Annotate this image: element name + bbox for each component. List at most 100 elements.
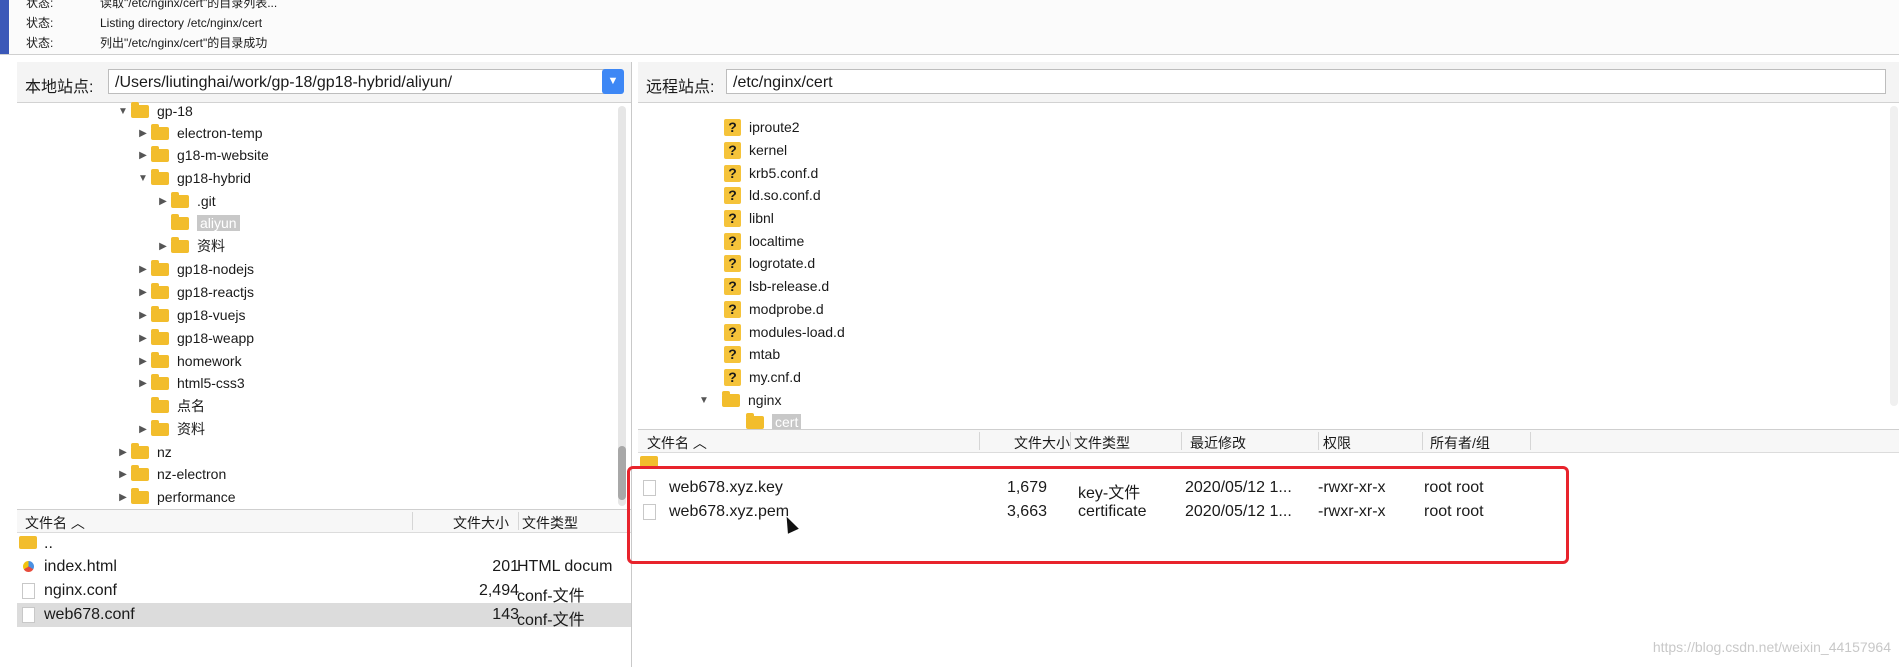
file-row[interactable]: index.html 201 HTML docum (17, 555, 631, 579)
status-message: Listing directory /etc/nginx/cert (100, 16, 263, 30)
scrollbar-thumb[interactable] (618, 446, 626, 500)
tree-item[interactable]: ▶ gp18-weapp (135, 327, 254, 349)
expanded-arrow-icon[interactable]: ▼ (696, 395, 712, 406)
column-divider[interactable] (1181, 432, 1182, 450)
tree-item[interactable]: ? libnl (724, 207, 774, 229)
column-modified-header[interactable]: 最近修改 (1190, 433, 1246, 453)
remote-tree-scrollbar[interactable] (1890, 106, 1898, 406)
sort-up-icon[interactable]: ︿ (693, 435, 707, 451)
tree-item[interactable]: ▶ gp18-nodejs (135, 258, 254, 280)
file-permissions: -rwxr-xr-x (1318, 479, 1386, 496)
collapsed-arrow-icon[interactable]: ▶ (135, 287, 151, 298)
collapsed-arrow-icon[interactable]: ▶ (135, 424, 151, 435)
tree-item[interactable]: 点名 (151, 395, 205, 417)
folder-icon (131, 487, 149, 504)
folder-icon (171, 236, 189, 253)
unknown-file-icon: ? (724, 345, 741, 363)
tree-item[interactable]: ▼ gp18-hybrid (135, 167, 251, 189)
collapsed-arrow-icon[interactable]: ▶ (155, 241, 171, 252)
column-size-header[interactable]: 文件大小 (453, 513, 509, 533)
unknown-file-icon: ? (724, 186, 741, 204)
unknown-file-icon: ? (724, 209, 741, 227)
local-tree-scrollbar[interactable] (618, 106, 626, 506)
tree-item[interactable]: ? localtime (724, 230, 804, 252)
column-divider[interactable] (1422, 432, 1423, 450)
column-perms-header[interactable]: 权限 (1323, 433, 1351, 453)
remote-path-input[interactable]: /etc/nginx/cert (726, 69, 1886, 94)
collapsed-arrow-icon[interactable]: ▶ (135, 128, 151, 139)
column-divider[interactable] (1530, 432, 1531, 450)
file-name: web678.xyz.pem (669, 503, 790, 520)
tree-item[interactable]: ▶ g18-m-website (135, 144, 269, 166)
tree-item-selected[interactable]: cert (746, 411, 802, 429)
file-row-parent[interactable]: .. (638, 452, 1899, 476)
tree-item[interactable]: ? krb5.conf.d (724, 162, 818, 184)
expanded-arrow-icon[interactable]: ▼ (135, 173, 151, 184)
tree-item[interactable]: ? my.cnf.d (724, 366, 801, 388)
column-type-header[interactable]: 文件类型 (1074, 433, 1130, 453)
tree-item[interactable]: ▶ homework (135, 350, 242, 372)
tree-item[interactable]: ▶ 资料 (135, 418, 205, 440)
collapsed-arrow-icon[interactable]: ▶ (115, 469, 131, 480)
file-row-selected[interactable]: web678.conf 143 conf-文件 (17, 603, 631, 629)
file-row[interactable]: web678.xyz.pem 3,663 certificate 2020/05… (638, 500, 1899, 524)
tree-item[interactable]: ▶ performance (115, 486, 236, 508)
collapsed-arrow-icon[interactable]: ▶ (115, 492, 131, 503)
column-divider[interactable] (412, 512, 413, 530)
sort-up-icon[interactable]: ︿ (71, 515, 85, 531)
tree-item-label: logrotate.d (749, 255, 816, 271)
expanded-arrow-icon[interactable]: ▼ (115, 106, 131, 117)
tree-item[interactable]: ? modules-load.d (724, 321, 845, 343)
collapsed-arrow-icon[interactable]: ▶ (135, 150, 151, 161)
collapsed-arrow-icon[interactable]: ▶ (135, 378, 151, 389)
local-site-label: 本地站点: (25, 79, 94, 96)
tree-item[interactable]: ▼ gp-18 (115, 102, 193, 122)
column-divider[interactable] (979, 432, 980, 450)
tree-item[interactable]: ▶ html5-css3 (135, 372, 245, 394)
tree-item[interactable]: ▼ nginx (696, 389, 781, 411)
tree-item-selected[interactable]: aliyun (171, 212, 240, 234)
file-name: index.html (44, 558, 117, 575)
tree-item[interactable]: ? mtab (724, 343, 780, 365)
column-name-header[interactable]: 文件名 ︿ (647, 433, 707, 453)
column-owner-header[interactable]: 所有者/组 (1430, 433, 1490, 453)
remote-tree[interactable]: ? iproute2 ? kernel ? krb5.conf.d ? ld.so.co… (638, 102, 1899, 429)
file-row[interactable]: nginx.conf 2,494 conf-文件 (17, 579, 631, 605)
column-divider[interactable] (1070, 432, 1071, 450)
tree-item[interactable]: ? logrotate.d (724, 252, 815, 274)
chevron-down-icon[interactable]: ▼ (602, 69, 624, 94)
tree-item[interactable]: ? ld.so.conf.d (724, 184, 821, 206)
local-list-header: 文件名 ︿ 文件大小 文件类型 (17, 509, 631, 533)
tree-item[interactable]: ▶ nz-electron (115, 463, 226, 485)
local-tree[interactable]: ▼ gp-18 ▶ electron-temp ▶ g18-m-website ▼ gp… (17, 102, 631, 509)
tree-item[interactable]: ▶ gp18-vuejs (135, 304, 246, 326)
tree-item[interactable]: ▶ .git (155, 190, 216, 212)
column-size-header[interactable]: 文件大小 (1014, 433, 1070, 453)
tree-item[interactable]: ? iproute2 (724, 116, 800, 138)
collapsed-arrow-icon[interactable]: ▶ (135, 264, 151, 275)
collapsed-arrow-icon[interactable]: ▶ (135, 356, 151, 367)
tree-item[interactable]: ▶ gp18-reactjs (135, 281, 254, 303)
file-modified: 2020/05/12 1... (1185, 503, 1292, 520)
tree-item-label: gp18-vuejs (177, 307, 246, 323)
status-line: 状态: 列出"/etc/nginx/cert"的目录成功 (26, 34, 267, 52)
tree-item[interactable]: ▶ 资料 (155, 235, 225, 257)
tree-item[interactable]: ▶ nz (115, 441, 172, 463)
collapsed-arrow-icon[interactable]: ▶ (135, 333, 151, 344)
column-type-header[interactable]: 文件类型 (522, 513, 578, 533)
collapsed-arrow-icon[interactable]: ▶ (155, 196, 171, 207)
column-name-header[interactable]: 文件名 ︿ (25, 513, 85, 533)
file-permissions: -rwxr-xr-x (1318, 503, 1386, 520)
tree-item[interactable]: ? modprobe.d (724, 298, 824, 320)
column-divider[interactable] (1318, 432, 1319, 450)
file-row-parent[interactable]: .. (17, 532, 631, 556)
local-path-input[interactable]: /Users/liutinghai/work/gp-18/gp18-hybrid… (108, 69, 619, 94)
collapsed-arrow-icon[interactable]: ▶ (135, 310, 151, 321)
tree-item[interactable]: ? kernel (724, 139, 787, 161)
folder-icon (746, 412, 764, 429)
file-row[interactable]: web678.xyz.key 1,679 key-文件 2020/05/12 1… (638, 476, 1899, 502)
column-divider[interactable] (518, 512, 519, 530)
collapsed-arrow-icon[interactable]: ▶ (115, 447, 131, 458)
tree-item[interactable]: ? lsb-release.d (724, 275, 829, 297)
tree-item[interactable]: ▶ electron-temp (135, 122, 263, 144)
